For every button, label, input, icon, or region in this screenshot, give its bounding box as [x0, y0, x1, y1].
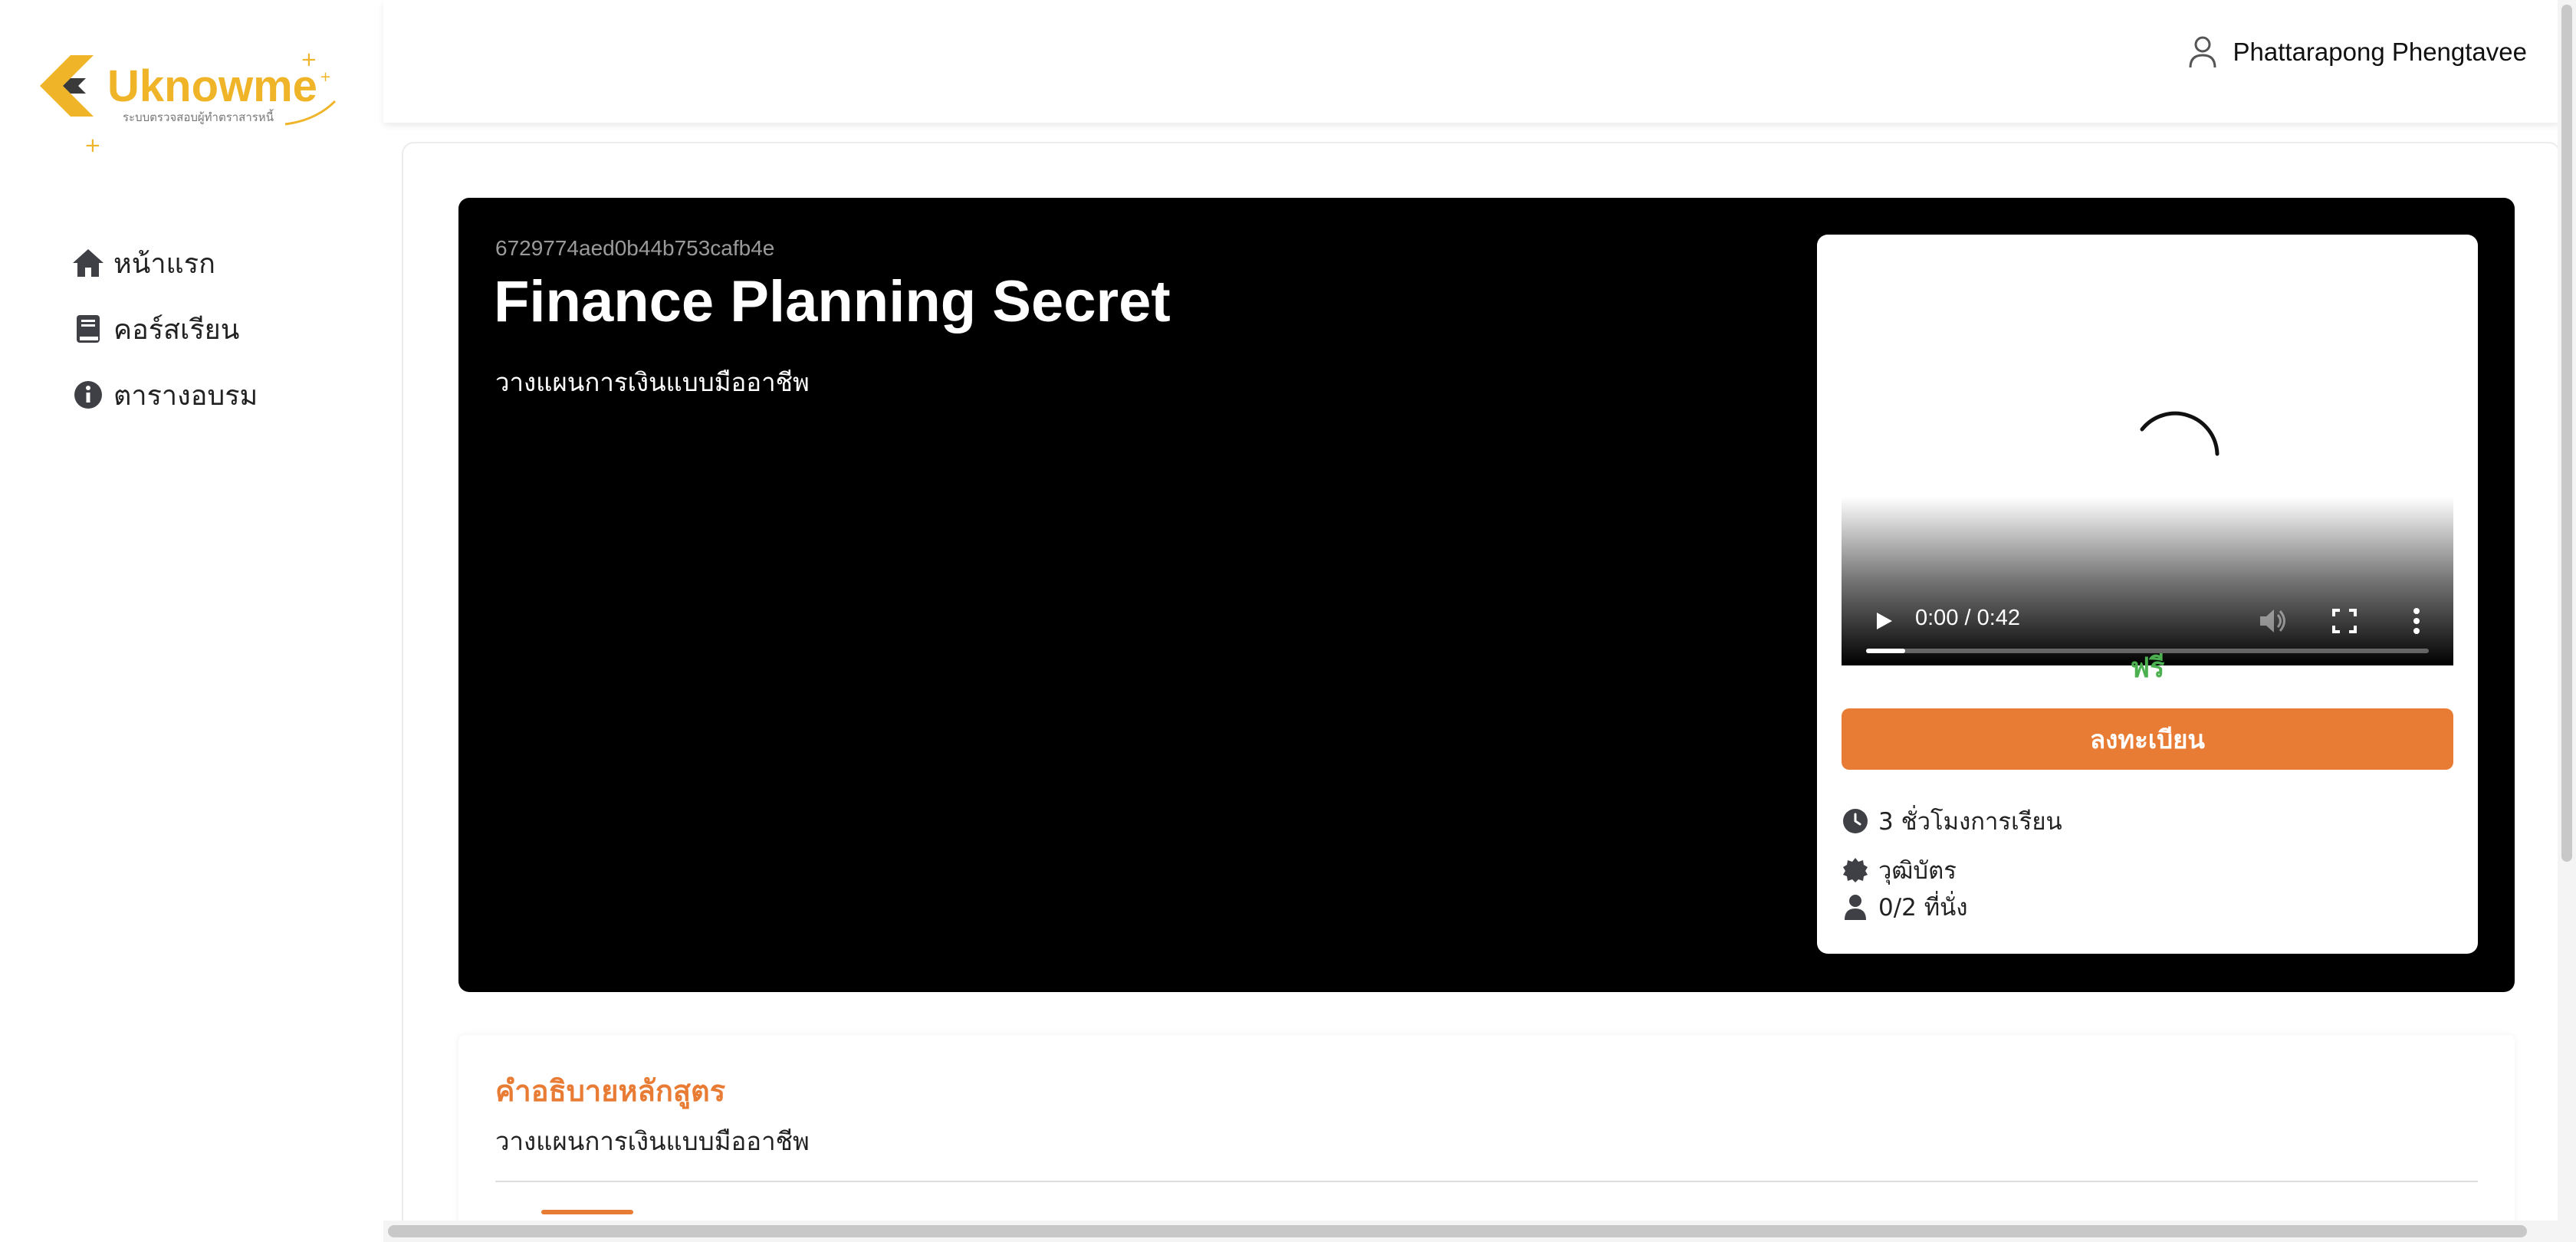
sidebar-item-schedule[interactable]: ตารางอบรม [71, 362, 258, 428]
sidebar-nav: หน้าแรก คอร์สเรียน ตารางอบรม [71, 230, 258, 428]
course-seats-text: 0/2 ที่นั่ง [1878, 894, 1968, 922]
top-header: Phattarapong Phengtavee [383, 0, 2561, 123]
course-title: Finance Planning Secret [494, 269, 1171, 334]
sidebar-item-label: หน้าแรก [113, 248, 215, 280]
person-icon [1842, 893, 1869, 921]
sidebar-item-label: คอร์สเรียน [113, 314, 240, 346]
sidebar-item-label: ตารางอบรม [113, 380, 258, 412]
play-icon[interactable] [1868, 606, 1898, 636]
home-icon [71, 245, 106, 281]
course-seats: 0/2 ที่นั่ง [1842, 888, 1968, 926]
course-certificate-text: วุฒิบัตร [1878, 857, 1957, 885]
course-hero: 6729774aed0b44b753cafb4e Finance Plannin… [458, 198, 2515, 992]
horizontal-scrollbar[interactable] [383, 1221, 2558, 1242]
user-icon [2184, 34, 2221, 71]
book-icon [71, 311, 106, 347]
fullscreen-icon[interactable] [2329, 606, 2360, 636]
svg-text:+: + [301, 48, 317, 71]
user-name: Phattarapong Phengtavee [2233, 38, 2527, 66]
svg-text:+: + [84, 134, 101, 155]
info-icon [71, 377, 106, 412]
vertical-scrollbar[interactable] [2558, 0, 2576, 1242]
sidebar: Uknowme ระบบตรวจสอบผู้ทำตราสารหนี้ + + +… [0, 0, 383, 1242]
vertical-scrollbar-thumb[interactable] [2561, 5, 2572, 862]
sidebar-item-home[interactable]: หน้าแรก [71, 230, 258, 296]
certificate-badge-icon [1842, 856, 1869, 884]
enroll-button[interactable]: ลงทะเบียน [1842, 708, 2453, 770]
volume-icon[interactable] [2256, 604, 2289, 638]
course-hours-text: 3 ชั่วโมงการเรียน [1878, 808, 2062, 836]
course-certificate: วุฒิบัตร [1842, 851, 1957, 889]
description-text: วางแผนการเงินแบบมืออาชีพ [495, 1126, 810, 1156]
svg-text:ระบบตรวจสอบผู้ทำตราสารหนี้: ระบบตรวจสอบผู้ทำตราสารหนี้ [123, 109, 274, 124]
user-menu[interactable]: Phattarapong Phengtavee [2184, 34, 2527, 71]
course-subtitle: วางแผนการเงินแบบมืออาชีพ [495, 367, 810, 397]
clock-icon [1842, 807, 1869, 835]
svg-text:+: + [320, 69, 331, 85]
brand-logo[interactable]: Uknowme ระบบตรวจสอบผู้ทำตราสารหนี้ + + + [40, 48, 347, 157]
course-description: คำอธิบายหลักสูตร วางแผนการเงินแบบมืออาชี… [458, 1035, 2515, 1242]
divider [495, 1181, 2478, 1182]
horizontal-scrollbar-thumb[interactable] [388, 1225, 2527, 1237]
sidebar-item-courses[interactable]: คอร์สเรียน [71, 296, 258, 362]
svg-text:Uknowme: Uknowme [107, 61, 317, 111]
enroll-panel: 0:00 / 0:42 ฟรี ลงทะเบียน 3 ชั่วโมงการเร… [1817, 235, 2478, 954]
next-section-heading-partial [495, 1210, 633, 1219]
more-options-icon[interactable] [2401, 604, 2432, 638]
loading-spinner-icon [2140, 411, 2220, 456]
video-player[interactable]: 0:00 / 0:42 [1842, 258, 2453, 665]
price-label: ฟรี [2130, 652, 2165, 684]
course-hours: 3 ชั่วโมงการเรียน [1842, 802, 2062, 840]
video-time: 0:00 / 0:42 [1915, 606, 2021, 630]
course-id: 6729774aed0b44b753cafb4e [495, 236, 775, 260]
description-title: คำอธิบายหลักสูตร [495, 1074, 726, 1108]
